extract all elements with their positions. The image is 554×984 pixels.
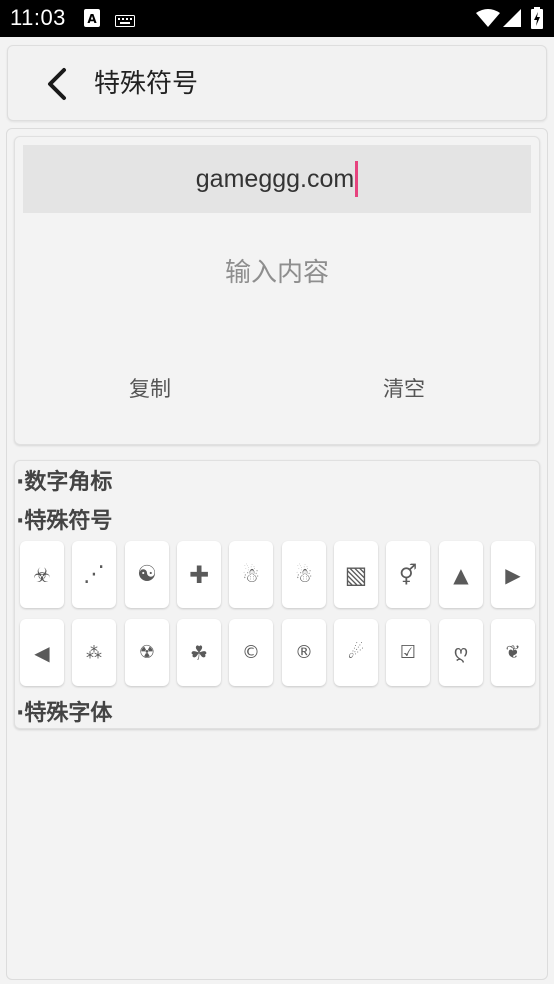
section-special-fonts[interactable]: ·特殊字体 — [16, 695, 112, 727]
symbol-key[interactable]: ღ — [439, 619, 483, 686]
section-digit-superscript[interactable]: ·数字角标 — [16, 464, 112, 496]
symbol-key[interactable]: ✚ — [177, 541, 221, 608]
symbol-key[interactable]: ☣ — [20, 541, 64, 608]
symbol-key[interactable]: ☃ — [282, 541, 326, 608]
output-field[interactable]: gameggg.com — [23, 145, 531, 213]
app-bar: 特殊符号 — [7, 45, 547, 121]
symbol-key[interactable]: ▲ — [439, 541, 483, 608]
symbol-key[interactable]: ▶ — [491, 541, 535, 608]
svg-text:A: A — [87, 12, 97, 26]
symbol-key[interactable]: ☃ — [229, 541, 273, 608]
output-text: gameggg.com — [195, 164, 355, 193]
wifi-icon — [476, 9, 500, 31]
symbol-key[interactable]: ☢ — [125, 619, 169, 686]
symbol-key[interactable]: ⚥ — [386, 541, 430, 608]
clear-button[interactable]: 清空 — [344, 372, 464, 406]
symbol-key[interactable]: ® — [282, 619, 326, 686]
content-input[interactable]: 输入内容 — [23, 252, 531, 289]
page-title: 特殊符号 — [94, 69, 199, 99]
symbol-key[interactable]: ☯ — [125, 541, 169, 608]
notification-a-icon: A — [84, 9, 100, 31]
signal-icon — [503, 9, 521, 31]
status-bar: 11:03 A — [0, 0, 554, 37]
symbol-key[interactable]: ⋰ — [72, 541, 116, 608]
symbol-key[interactable]: ◀ — [20, 619, 64, 686]
battery-icon — [531, 7, 543, 33]
section-special-symbols[interactable]: ·特殊符号 — [16, 503, 112, 535]
copy-button[interactable]: 复制 — [90, 372, 210, 406]
text-caret — [355, 161, 359, 197]
keyboard-icon — [115, 12, 135, 31]
chevron-left-icon — [48, 68, 66, 100]
symbol-key[interactable]: ⁂ — [72, 619, 116, 686]
symbol-key[interactable]: ☄ — [334, 619, 378, 686]
symbol-key[interactable]: © — [229, 619, 273, 686]
back-button[interactable] — [36, 64, 76, 104]
symbol-key[interactable]: ☑ — [386, 619, 430, 686]
symbol-key[interactable]: ☘ — [177, 619, 221, 686]
symbol-key[interactable]: ▧ — [334, 541, 378, 608]
status-time: 11:03 — [10, 5, 66, 30]
symbol-key[interactable]: ❦ — [491, 619, 535, 686]
